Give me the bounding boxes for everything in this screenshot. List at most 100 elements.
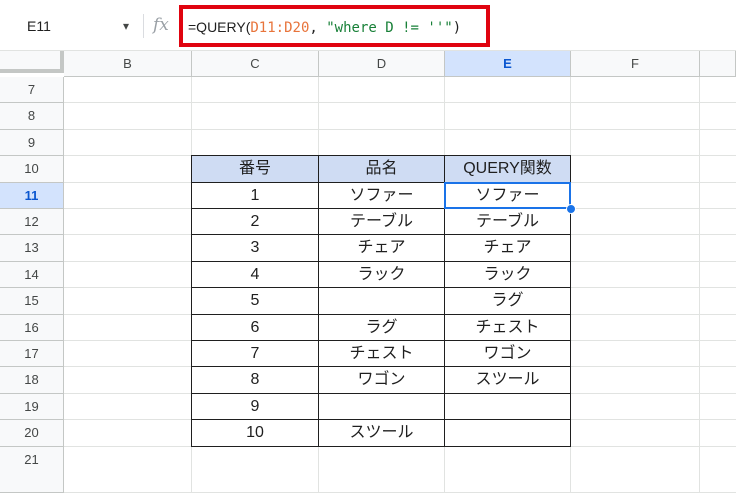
row-header-8[interactable]: 8 [0,103,64,130]
cell-e8[interactable] [445,103,571,130]
row-header-14[interactable]: 14 [0,261,64,289]
table-cell-d12[interactable]: テーブル [319,209,445,236]
table-cell-e14[interactable]: ラック [445,261,571,289]
table-cell-e18[interactable]: スツール [445,367,571,394]
row-header-11[interactable]: 11 [0,182,64,209]
column-header-e[interactable]: E [445,51,571,77]
cell-b12[interactable] [64,209,192,236]
cell-f13[interactable] [571,235,700,262]
cell-f8[interactable] [571,103,700,130]
row-header-19[interactable]: 19 [0,393,64,421]
cell-f15[interactable] [571,288,700,315]
table-cell-d19[interactable] [319,393,445,421]
cell-c9[interactable] [192,129,319,157]
cell-f20[interactable] [571,420,700,447]
table-header-d[interactable]: 品名 [319,156,445,183]
table-cell-e20[interactable] [445,420,571,447]
table-cell-c20[interactable]: 10 [192,420,319,447]
cell-f18[interactable] [571,367,700,394]
row-header-13[interactable]: 13 [0,235,64,262]
cell-b20[interactable] [64,420,192,447]
table-cell-e13[interactable]: チェア [445,235,571,262]
row-header-9[interactable]: 9 [0,129,64,157]
table-cell-e17[interactable]: ワゴン [445,341,571,368]
table-cell-d18[interactable]: ワゴン [319,367,445,394]
row-header-20[interactable]: 20 [0,420,64,447]
cell-b21[interactable] [64,446,192,493]
table-cell-c19[interactable]: 9 [192,393,319,421]
row-header-12[interactable]: 12 [0,209,64,236]
table-cell-e19[interactable] [445,393,571,421]
row-header-7[interactable]: 7 [0,77,64,104]
cell-d7[interactable] [319,77,445,104]
cell-b11[interactable] [64,182,192,209]
table-cell-d17[interactable]: チェスト [319,341,445,368]
table-cell-d13[interactable]: チェア [319,235,445,262]
table-cell-d20[interactable]: スツール [319,420,445,447]
table-cell-e15[interactable]: ラグ [445,288,571,315]
row-header-10[interactable]: 10 [0,156,64,183]
cell-b10[interactable] [64,156,192,183]
table-cell-e11[interactable]: ソファー [445,182,571,209]
table-cell-c13[interactable]: 3 [192,235,319,262]
table-cell-c18[interactable]: 8 [192,367,319,394]
column-header-f[interactable]: F [571,51,700,77]
cell-e9[interactable] [445,129,571,157]
cell-e7[interactable] [445,77,571,104]
cell-f19[interactable] [571,393,700,421]
column-header-d[interactable]: D [319,51,445,77]
cell-c7[interactable] [192,77,319,104]
table-cell-c11[interactable]: 1 [192,182,319,209]
row-header-18[interactable]: 18 [0,367,64,394]
cell-f10[interactable] [571,156,700,183]
cell-c21[interactable] [192,446,319,493]
cell-c8[interactable] [192,103,319,130]
cell-d8[interactable] [319,103,445,130]
cell-b7[interactable] [64,77,192,104]
cell-f9[interactable] [571,129,700,157]
row-header-16[interactable]: 16 [0,314,64,341]
cell-b13[interactable] [64,235,192,262]
cell-f11[interactable] [571,182,700,209]
spreadsheet-grid[interactable]: B C D E F 7 8 9 10 11 12 13 14 15 16 17 18 19 20 21 番号 品名 QUER… [0,51,736,493]
cell-b18[interactable] [64,367,192,394]
table-cell-e16[interactable]: チェスト [445,314,571,341]
table-cell-c17[interactable]: 7 [192,341,319,368]
cell-f21[interactable] [571,446,700,493]
cell-d9[interactable] [319,129,445,157]
table-cell-d11[interactable]: ソファー [319,182,445,209]
row-header-15[interactable]: 15 [0,288,64,315]
cell-e21[interactable] [445,446,571,493]
cell-b14[interactable] [64,261,192,289]
cell-b15[interactable] [64,288,192,315]
table-cell-c16[interactable]: 6 [192,314,319,341]
chevron-down-icon[interactable]: ▾ [117,13,135,39]
cell-b9[interactable] [64,129,192,157]
formula-input[interactable]: =QUERY(D11:D20, "where D != ''") [179,5,490,47]
table-cell-e12[interactable]: テーブル [445,209,571,236]
table-cell-c15[interactable]: 5 [192,288,319,315]
column-header-c[interactable]: C [192,51,319,77]
table-header-e[interactable]: QUERY関数 [445,156,571,183]
cell-f7[interactable] [571,77,700,104]
cell-f16[interactable] [571,314,700,341]
cell-d21[interactable] [319,446,445,493]
cell-b8[interactable] [64,103,192,130]
cell-f14[interactable] [571,261,700,289]
cell-b17[interactable] [64,341,192,368]
row-header-17[interactable]: 17 [0,341,64,368]
select-all-corner[interactable] [0,51,64,73]
table-cell-d16[interactable]: ラグ [319,314,445,341]
cell-f17[interactable] [571,341,700,368]
table-cell-c12[interactable]: 2 [192,209,319,236]
table-cell-d15[interactable] [319,288,445,315]
cell-f12[interactable] [571,209,700,236]
table-header-c[interactable]: 番号 [192,156,319,183]
table-cell-d14[interactable]: ラック [319,261,445,289]
row-header-21[interactable]: 21 [0,446,64,493]
cell-b19[interactable] [64,393,192,421]
name-box[interactable]: E11 ▾ [10,13,135,39]
column-header-b[interactable]: B [64,51,192,77]
cell-b16[interactable] [64,314,192,341]
table-cell-c14[interactable]: 4 [192,261,319,289]
